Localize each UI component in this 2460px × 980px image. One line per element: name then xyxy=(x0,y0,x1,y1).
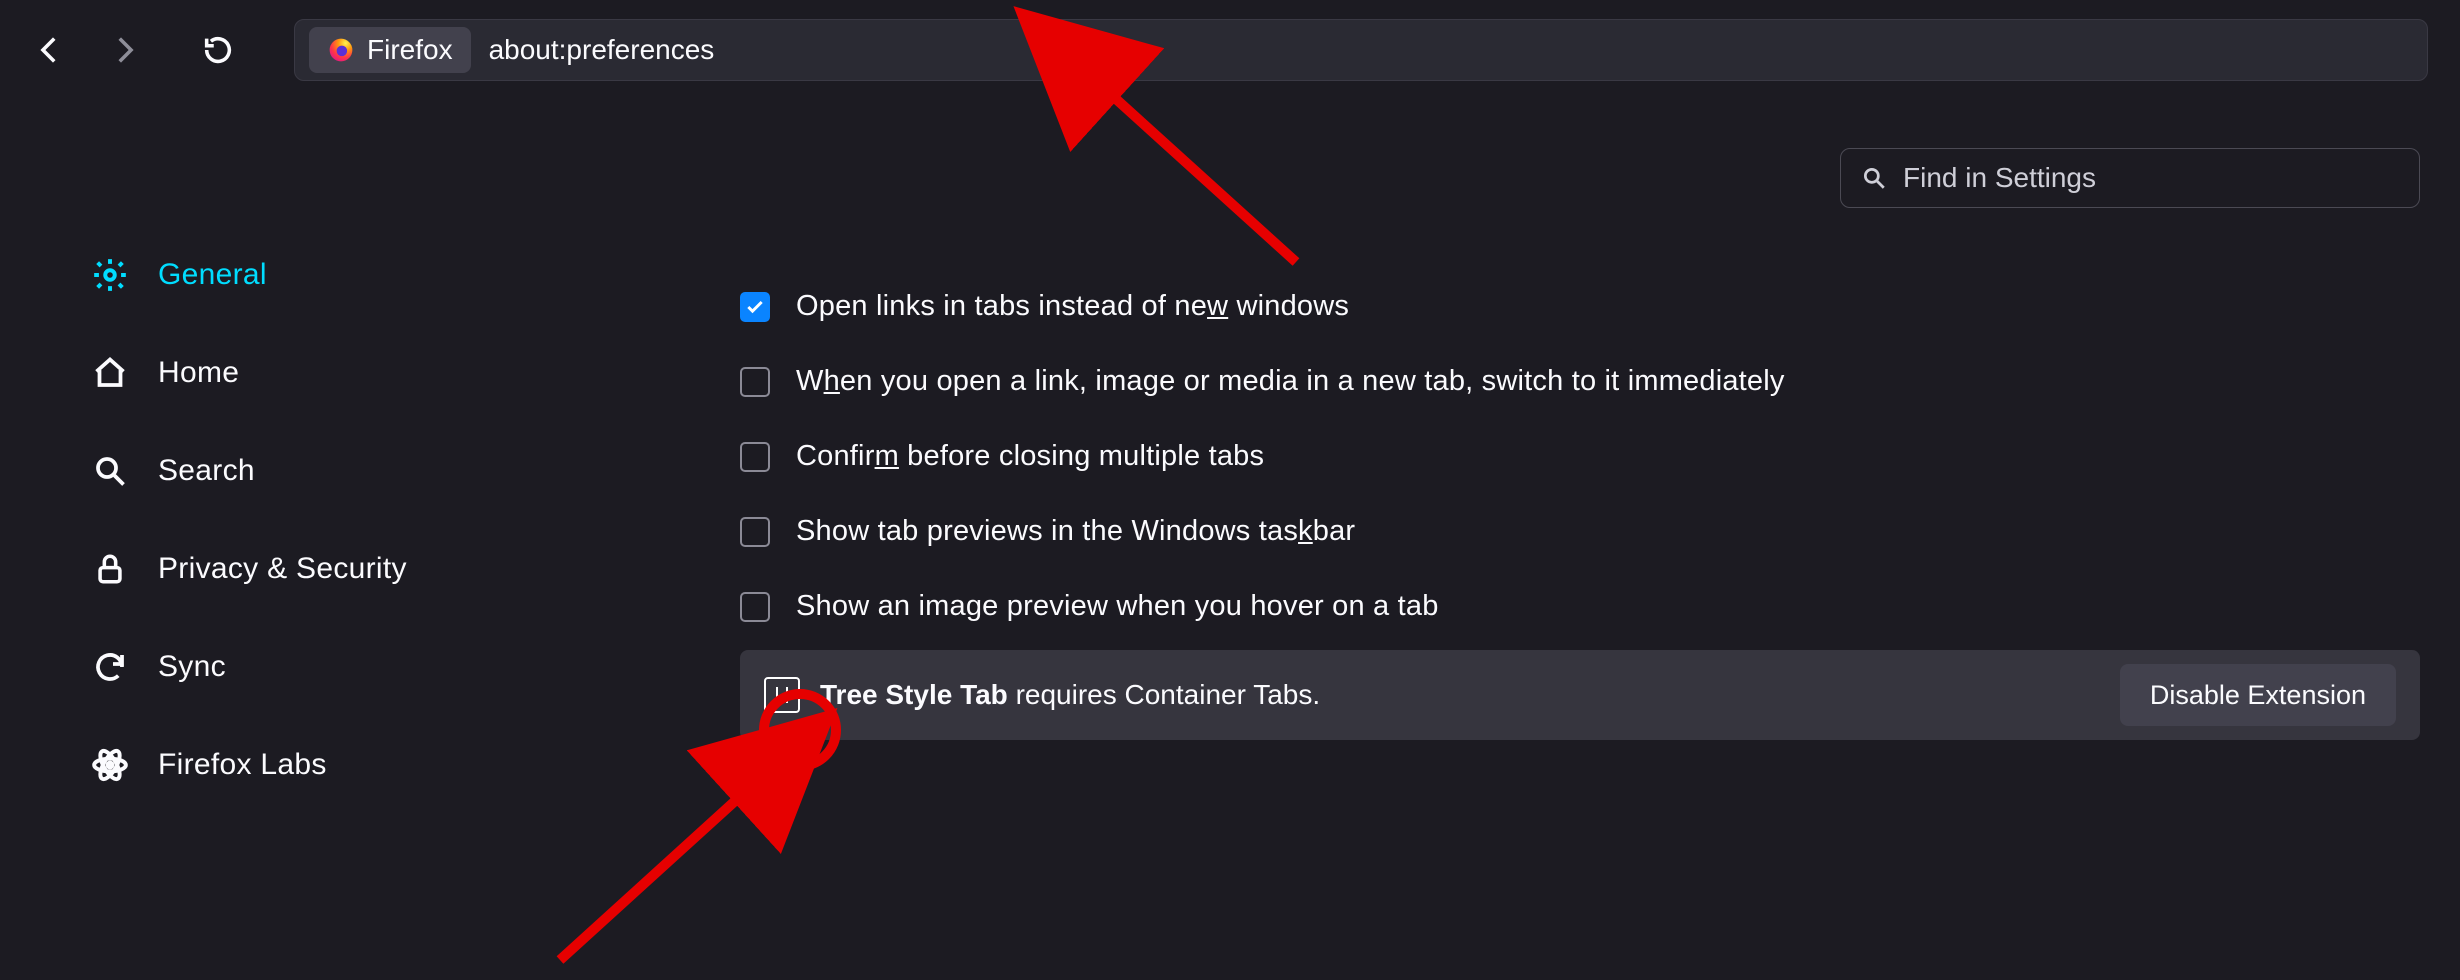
gear-icon xyxy=(90,255,130,295)
option-hover-preview[interactable]: Show an image preview when you hover on … xyxy=(740,590,2420,623)
option-label: When you open a link, image or media in … xyxy=(796,365,1785,398)
checkbox[interactable] xyxy=(740,367,770,397)
option-label: Show an image preview when you hover on … xyxy=(796,590,1439,623)
sidebar-item-label: Sync xyxy=(158,650,226,684)
identity-chip[interactable]: Firefox xyxy=(309,27,471,73)
back-button[interactable] xyxy=(22,22,78,78)
atom-icon xyxy=(90,745,130,785)
option-label: Show tab previews in the Windows taskbar xyxy=(796,515,1355,548)
search-icon xyxy=(90,451,130,491)
sidebar-item-general[interactable]: General xyxy=(90,250,480,300)
extension-banner: Tree Style Tab requires Container Tabs. … xyxy=(740,650,2420,740)
option-confirm-close[interactable]: Confirm before closing multiple tabs xyxy=(740,440,2420,473)
sidebar-item-labs[interactable]: Firefox Labs xyxy=(90,740,480,790)
sidebar: General Home Search Privacy & Security S… xyxy=(0,100,480,790)
sidebar-item-label: Privacy & Security xyxy=(158,552,407,586)
search-icon xyxy=(1861,165,1887,191)
tabs-options: Open links in tabs instead of new window… xyxy=(740,290,2420,623)
content-area: General Home Search Privacy & Security S… xyxy=(0,100,2460,790)
browser-toolbar: Firefox about:preferences xyxy=(0,0,2460,100)
identity-chip-label: Firefox xyxy=(367,34,453,66)
sidebar-item-search[interactable]: Search xyxy=(90,446,480,496)
url-text: about:preferences xyxy=(489,34,715,66)
settings-search[interactable] xyxy=(1840,148,2420,208)
main-panel: Open links in tabs instead of new window… xyxy=(480,100,2460,790)
settings-search-input[interactable] xyxy=(1901,161,2399,195)
banner-text: Tree Style Tab requires Container Tabs. xyxy=(820,679,1320,711)
checkbox[interactable] xyxy=(740,592,770,622)
tree-style-tab-icon xyxy=(764,677,800,713)
home-icon xyxy=(90,353,130,393)
option-taskbar-preview[interactable]: Show tab previews in the Windows taskbar xyxy=(740,515,2420,548)
lock-icon xyxy=(90,549,130,589)
checkbox[interactable] xyxy=(740,292,770,322)
option-label: Open links in tabs instead of new window… xyxy=(796,290,1349,323)
sidebar-item-label: Home xyxy=(158,356,239,390)
sidebar-item-label: Search xyxy=(158,454,255,488)
option-label: Confirm before closing multiple tabs xyxy=(796,440,1264,473)
firefox-icon xyxy=(327,36,355,64)
sidebar-item-home[interactable]: Home xyxy=(90,348,480,398)
option-open-links-tabs[interactable]: Open links in tabs instead of new window… xyxy=(740,290,2420,323)
forward-button[interactable] xyxy=(96,22,152,78)
sidebar-item-privacy[interactable]: Privacy & Security xyxy=(90,544,480,594)
sync-icon xyxy=(90,647,130,687)
url-bar[interactable]: Firefox about:preferences xyxy=(294,19,2428,81)
sidebar-item-label: Firefox Labs xyxy=(158,748,327,782)
sidebar-item-sync[interactable]: Sync xyxy=(90,642,480,692)
checkbox[interactable] xyxy=(740,442,770,472)
sidebar-item-label: General xyxy=(158,258,267,292)
reload-button[interactable] xyxy=(190,22,246,78)
checkbox[interactable] xyxy=(740,517,770,547)
option-switch-immediately[interactable]: When you open a link, image or media in … xyxy=(740,365,2420,398)
disable-extension-button[interactable]: Disable Extension xyxy=(2120,664,2396,726)
